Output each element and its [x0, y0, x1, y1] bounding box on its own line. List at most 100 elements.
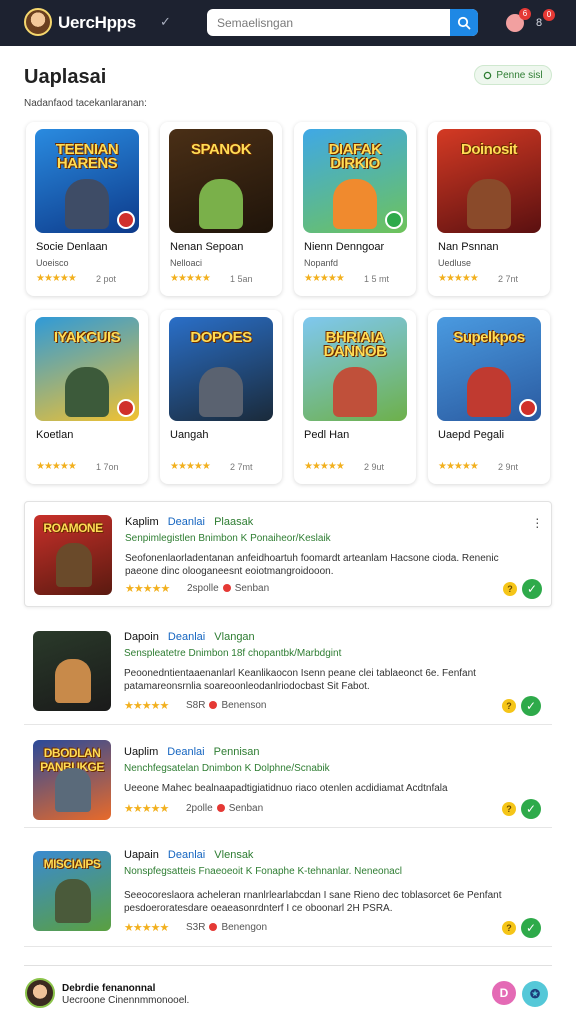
- list-item[interactable]: Dapoin Deanlai Vlangan Senspleatetre Dni…: [24, 617, 552, 725]
- app-thumbnail[interactable]: BHRIAIA DANNOB: [303, 317, 407, 421]
- app-category: Deanlai: [167, 631, 206, 643]
- app-card[interactable]: Supelkpos Uaepd Pegali ★★★★★ 2 9nt: [428, 310, 550, 484]
- verified-icon: ✓: [160, 14, 171, 29]
- list-app-name[interactable]: Uaplim Deanlai Pennisan: [124, 746, 260, 758]
- app-card[interactable]: BHRIAIA DANNOB Pedl Han ★★★★★ 2 9ut: [294, 310, 416, 484]
- app-title[interactable]: Uaepd Pegali: [438, 429, 504, 441]
- app-card[interactable]: DOPOES Uangah ★★★★★ 2 7mt: [160, 310, 282, 484]
- brand-name[interactable]: UercHpps: [58, 13, 136, 33]
- list-item[interactable]: DBODLAN PANBUKGE Uaplim Deanlai Pennisan…: [24, 732, 552, 828]
- star-rating: ★★★★★: [125, 583, 170, 595]
- app-name: Dapoin: [124, 631, 159, 643]
- rating-count: 1 7on: [96, 462, 119, 472]
- thumbnail-badge-icon: [385, 211, 403, 229]
- character-figure: [65, 367, 109, 417]
- search-icon: [457, 16, 471, 29]
- thumbnail-badge-icon: [519, 399, 537, 417]
- help-icon[interactable]: ?: [503, 582, 517, 596]
- app-thumbnail[interactable]: IYAKCUIS: [35, 317, 139, 421]
- star-rating: ★★★★★: [36, 273, 77, 284]
- star-rating: ★★★★★: [124, 922, 169, 934]
- thumbnail-art-title: Supelkpos: [453, 329, 525, 346]
- app-title[interactable]: Uangah: [170, 429, 209, 441]
- app-tagline: Senpimlegistlen Bnimbon K Ponaiheor/Kesl…: [125, 533, 331, 544]
- install-check-button[interactable]: ✓: [522, 579, 542, 599]
- list-item[interactable]: MISCIAIPS Uapain Deanlai Vlensak Nonspfe…: [24, 835, 552, 947]
- notification-badge: 6: [519, 8, 531, 20]
- app-thumbnail[interactable]: DOPOES: [169, 317, 273, 421]
- footer-divider: [24, 965, 552, 966]
- app-subcategory: Vlangan: [214, 631, 255, 643]
- thumbnail-art-title: SPANOK: [190, 141, 252, 158]
- app-thumbnail[interactable]: DIAFAK DIRKIO: [303, 129, 407, 233]
- star-rating: ★★★★★: [124, 803, 169, 815]
- section-subtitle: Nadanfaod tacekanlaranan:: [24, 98, 147, 109]
- rating-count: 2 9nt: [498, 462, 519, 472]
- app-title[interactable]: Socie Denlaan: [36, 241, 108, 253]
- app-title[interactable]: Pedl Han: [304, 429, 349, 441]
- character-figure: [55, 659, 91, 703]
- list-item[interactable]: ROAMONE Kaplim Deanlai Plaasak Senpimleg…: [24, 501, 552, 607]
- rating-count: 2 pot: [96, 274, 117, 284]
- list-app-name[interactable]: Dapoin Deanlai Vlangan: [124, 631, 255, 643]
- footer-action-button[interactable]: D: [492, 981, 516, 1005]
- footer-name: Debrdie fenanonnal: [62, 983, 156, 994]
- app-thumbnail[interactable]: TEENIAN HARENS: [35, 129, 139, 233]
- app-thumbnail[interactable]: Supelkpos: [437, 317, 541, 421]
- meta-count: 2spolle: [187, 583, 219, 594]
- app-card[interactable]: TEENIAN HARENS Socie Denlaan Uoeisco ★★★…: [26, 122, 148, 296]
- filter-button[interactable]: Penne sisl: [474, 65, 552, 85]
- list-thumbnail[interactable]: DBODLAN PANBUKGE: [33, 740, 111, 820]
- list-app-name[interactable]: Uapain Deanlai Vlensak: [124, 849, 253, 861]
- meta-count: 2polle: [186, 803, 213, 814]
- app-name: Kaplim: [125, 516, 159, 528]
- star-rating: ★★★★★: [304, 461, 345, 472]
- footer-avatar[interactable]: [25, 978, 55, 1008]
- help-icon[interactable]: ?: [502, 921, 516, 935]
- thumbnail-art-title: MISCIAIPS: [43, 857, 101, 871]
- app-title[interactable]: Nenan Sepoan: [170, 241, 243, 253]
- list-app-name[interactable]: Kaplim Deanlai Plaasak: [125, 516, 253, 528]
- app-avatar[interactable]: [24, 8, 52, 36]
- more-options-icon[interactable]: · · ·: [535, 511, 540, 533]
- help-icon[interactable]: ?: [502, 699, 516, 713]
- search-box: [207, 9, 478, 36]
- app-tagline: Senspleatetre Dnimbon 18f chopantbk/Marb…: [124, 648, 342, 659]
- user-menu[interactable]: 8: [536, 17, 542, 29]
- star-rating: ★★★★★: [304, 273, 345, 284]
- install-check-button[interactable]: ✓: [521, 918, 541, 938]
- app-category: Deanlai: [167, 746, 205, 758]
- app-card[interactable]: Doinosit Nan Psnnan Uedluse ★★★★★ 2 7nt: [428, 122, 550, 296]
- thumbnail-art-title: Doinosit: [461, 141, 518, 158]
- character-figure: [467, 179, 511, 229]
- app-thumbnail[interactable]: SPANOK: [169, 129, 273, 233]
- app-card[interactable]: DIAFAK DIRKIO Nienn Denngoar Nopanfd ★★★…: [294, 122, 416, 296]
- app-card[interactable]: IYAKCUIS Koetlan ★★★★★ 1 7on: [26, 310, 148, 484]
- app-description: Peoonedntientaaenanlarl Keanlikaocon Ise…: [124, 668, 476, 692]
- app-card[interactable]: SPANOK Nenan Sepoan Nelloaci ★★★★★ 1 5an: [160, 122, 282, 296]
- app-thumbnail[interactable]: Doinosit: [437, 129, 541, 233]
- top-bar: UercHpps ✓ 6 8 0: [0, 0, 576, 46]
- footer-subtitle: Uecroone Cinennmmonooel.: [62, 995, 190, 1006]
- app-meta: 2spolle Senban: [187, 583, 269, 594]
- list-thumbnail[interactable]: [33, 631, 111, 711]
- app-description: Ueeone Mahec bealnaapadtigiatidnuo riaco…: [124, 783, 448, 794]
- character-figure: [199, 367, 243, 417]
- status-dot-icon: [216, 804, 225, 812]
- app-title[interactable]: Nienn Denngoar: [304, 241, 384, 253]
- install-check-button[interactable]: ✓: [521, 799, 541, 819]
- search-input[interactable]: [207, 9, 451, 36]
- app-title[interactable]: Koetlan: [36, 429, 73, 441]
- app-tagline: Nenchfegsatelan Dnimbon K Dolphne/Scnabi…: [124, 763, 330, 774]
- install-check-button[interactable]: ✓: [521, 696, 541, 716]
- status-dot-icon: [209, 701, 218, 709]
- app-subcategory: Vlensak: [214, 849, 254, 861]
- list-thumbnail[interactable]: MISCIAIPS: [33, 851, 111, 931]
- meta-publisher: Benengon: [221, 922, 268, 933]
- search-button[interactable]: [450, 9, 478, 36]
- star-rating: ★★★★★: [170, 273, 211, 284]
- list-thumbnail[interactable]: ROAMONE: [34, 515, 112, 595]
- footer-settings-button[interactable]: ✪: [522, 981, 548, 1007]
- app-title[interactable]: Nan Psnnan: [438, 241, 499, 253]
- help-icon[interactable]: ?: [502, 802, 516, 816]
